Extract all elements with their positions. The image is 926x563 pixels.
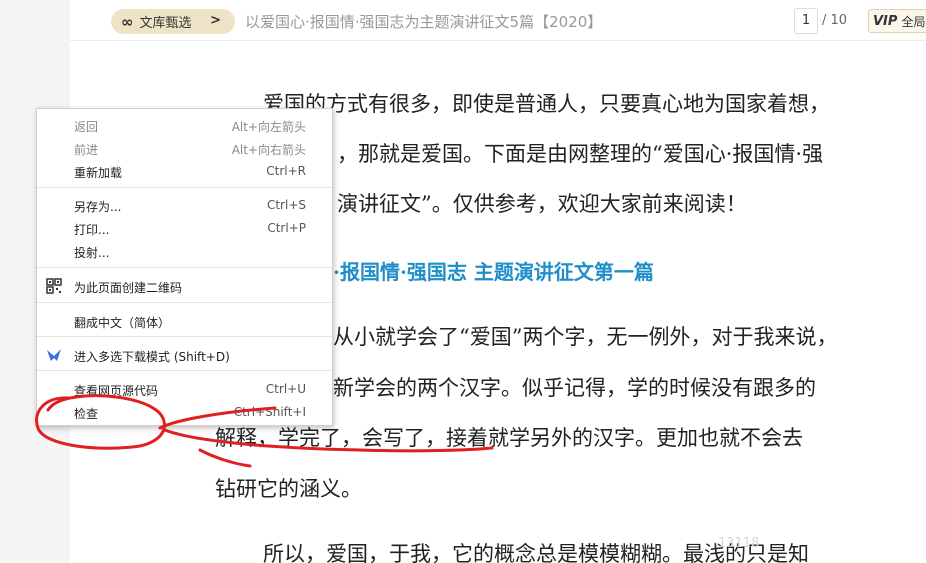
menu-item-inspect[interactable]: 检查 Ctrl+Shift+I [37, 401, 332, 423]
reader-toolbar: ∞ 文库甄选 > 以爱国心·报国情·强国志为主题演讲征文5篇【2020】 1 /… [70, 0, 926, 41]
menu-item-multi-download[interactable]: 进入多选下载模式 (Shift+D) [37, 344, 332, 366]
menu-divider [37, 336, 332, 337]
menu-item-save-as[interactable]: 另存为... Ctrl+S [37, 194, 332, 216]
paragraph-line: 演讲征文”。仅供参考，欢迎大家前来阅读！ [337, 192, 747, 216]
brand-label: 文库甄选 [139, 16, 192, 31]
paragraph-line: 钻研它的涵义。 [215, 477, 362, 501]
menu-item-view-source[interactable]: 查看网页源代码 Ctrl+U [37, 378, 332, 400]
wenku-selection-button[interactable]: ∞ 文库甄选 > [111, 9, 235, 34]
menu-item-forward[interactable]: 前进 Alt+向右箭头 [37, 137, 332, 159]
paragraph-line: 从小就学会了“爱国”两个字，无一例外，对于我来说， [333, 325, 838, 349]
section-heading: ·报国情·强国志 主题演讲征文第一篇 [333, 260, 654, 284]
menu-item-translate[interactable]: 翻成中文（简体） [37, 310, 332, 332]
context-menu: 返回 Alt+向左箭头 前进 Alt+向右箭头 重新加载 Ctrl+R 另存为.… [36, 108, 333, 426]
menu-item-print[interactable]: 打印... Ctrl+P [37, 217, 332, 239]
menu-item-reload[interactable]: 重新加载 Ctrl+R [37, 160, 332, 182]
menu-divider [37, 187, 332, 188]
menu-item-create-qr-code[interactable]: 为此页面创建二维码 [37, 275, 332, 297]
menu-item-cast[interactable]: 投射... [37, 240, 332, 262]
page-total: / 10 [822, 13, 848, 28]
watermark: 13118 [718, 536, 760, 551]
paragraph-line: ，那就是爱国。下面是由网整理的“爱国心·报国情·强 [337, 142, 824, 166]
menu-divider [37, 302, 332, 303]
document-title: 以爱国心·报国情·强国志为主题演讲征文5篇【2020】 [245, 13, 603, 31]
paragraph-line: 爱国的方式有很多，即使是普通人，只要真心地为国家着想， [263, 92, 830, 116]
vip-badge-icon: VIP [873, 13, 898, 29]
download-arrow-icon [47, 349, 61, 361]
qr-code-icon [46, 278, 62, 294]
browser-page: ∞ 文库甄选 > 以爱国心·报国情·强国志为主题演讲征文5篇【2020】 1 /… [0, 0, 926, 563]
infinity-logo-icon: ∞ [121, 12, 133, 31]
menu-divider [37, 370, 332, 371]
vip-label: 全局 [901, 14, 926, 29]
paragraph-line: 新学会的两个汉字。似乎记得，学的时候没有跟多的 [333, 376, 816, 400]
chevron-right-icon: > [210, 13, 221, 28]
paragraph-line: 解释，学完了，会写了，接着就学另外的汉字。更加也就不会去 [215, 426, 803, 450]
menu-divider [37, 267, 332, 268]
vip-button[interactable]: VIP 全局 [868, 9, 926, 33]
page-number-input[interactable]: 1 [794, 8, 818, 34]
menu-item-back[interactable]: 返回 Alt+向左箭头 [37, 114, 332, 136]
